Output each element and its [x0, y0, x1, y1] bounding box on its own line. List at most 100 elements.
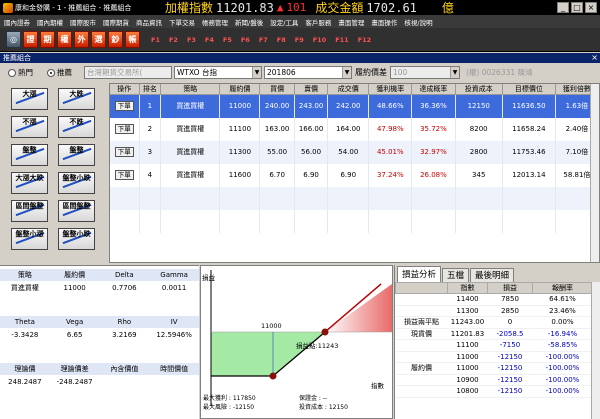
strategy-button-5[interactable]: 盤整	[58, 144, 95, 166]
fkey-button-3[interactable]: F4	[205, 36, 214, 44]
strategy-button-0[interactable]: 大漲	[11, 88, 48, 110]
minimize-icon[interactable]: _	[557, 2, 569, 13]
strategy-button-7[interactable]: 盤整小跌	[58, 172, 95, 194]
column-header-0[interactable]: 操作	[110, 84, 140, 95]
menu-item-4[interactable]: 商品資訊	[136, 17, 162, 27]
column-header-2[interactable]: 策略	[160, 84, 221, 95]
radio-recommend-label: 推薦	[57, 68, 72, 77]
menu-item-0[interactable]: 國內證券	[4, 17, 30, 27]
empty-cell	[259, 209, 295, 233]
toolbar-button-6[interactable]: 鈔	[108, 31, 123, 48]
strategy-button-8[interactable]: 區間盤整	[11, 200, 48, 222]
greeks-v1: 買進買權 11000 0.7706 0.0011	[0, 282, 199, 294]
strike-diff-select[interactable]: 100 ▼	[390, 66, 460, 79]
panel-close-icon[interactable]: ×	[591, 53, 598, 63]
menu-item-9[interactable]: 客戶服務	[305, 17, 331, 27]
column-header-4[interactable]: 買價	[259, 84, 295, 95]
greeks-cell: 12.5946%	[156, 331, 192, 339]
menu-item-6[interactable]: 帳務管理	[202, 17, 228, 27]
column-header-6[interactable]: 成交價	[327, 84, 370, 95]
pl-pnl: -2058.5	[487, 328, 533, 340]
fkey-button-4[interactable]: F5	[223, 36, 232, 44]
strategy-label: 區間盤整	[62, 202, 91, 210]
menu-item-7[interactable]: 新聞/盤後	[235, 17, 263, 27]
order-button[interactable]: 下單	[114, 147, 134, 157]
column-header-7[interactable]: 獲利機率	[368, 84, 413, 95]
analysis-scrollbar[interactable]	[591, 282, 600, 419]
table-row[interactable]: 下單 3 買進買權 11300 55.00 56.00 54.00 45.01% 32.97% 2…	[110, 140, 599, 164]
strike-point	[269, 372, 277, 380]
strategy-button-9[interactable]: 區間盤整	[58, 200, 95, 222]
table-row[interactable]: 下單 2 買進買權 11100 163.00 166.00 164.00 47.98% 35.7…	[110, 117, 599, 141]
fkey-button-9[interactable]: F10	[313, 36, 327, 44]
menu-item-11[interactable]: 畫面操作	[371, 17, 397, 27]
strategy-button-10[interactable]: 盤整小漲	[11, 228, 48, 250]
menu-item-2[interactable]: 國際股市	[70, 17, 96, 27]
menu-item-8[interactable]: 設定/工具	[270, 17, 298, 27]
column-header-10[interactable]: 目標價位	[502, 84, 556, 95]
table-row[interactable]: 下單 1 買進買權 11000 240.00 243.00 242.00 48.66% 36.3…	[110, 94, 599, 118]
table-scrollbar[interactable]	[590, 84, 599, 262]
month-select[interactable]: 201806 ▼	[264, 66, 352, 79]
table-row[interactable]: 下單 4 買進買權 11600 6.70 6.90 6.90 37.24% 26.08% 345 1…	[110, 163, 599, 187]
fkey-button-10[interactable]: F11	[335, 36, 349, 44]
fkey-button-2[interactable]: F3	[187, 36, 196, 44]
column-header-3[interactable]: 履約價	[219, 84, 261, 95]
maximize-icon[interactable]: □	[571, 2, 583, 13]
cell-rank: 2	[139, 117, 162, 141]
column-header-9[interactable]: 投資成本	[455, 84, 503, 95]
fkey-button-7[interactable]: F8	[277, 36, 286, 44]
strategy-button-11[interactable]: 盤整小跌	[58, 228, 95, 250]
radio-recommend[interactable]: 推薦	[47, 67, 72, 78]
product-select[interactable]: WTXO 台指 ▼	[174, 66, 262, 79]
fkey-button-11[interactable]: F12	[358, 36, 372, 44]
fkey-button-6[interactable]: F7	[259, 36, 268, 44]
column-header-8[interactable]: 達成概率	[411, 84, 456, 95]
radio-hot[interactable]: 熱門	[8, 67, 33, 78]
strategy-button-3[interactable]: 不跌	[58, 116, 95, 138]
ticker-change: 101	[286, 1, 307, 14]
strategy-button-1[interactable]: 大跌	[58, 88, 95, 110]
strategy-button-6[interactable]: 大漲大跌	[11, 172, 48, 194]
greeks-cell: 內含價值	[110, 365, 139, 373]
toolbar-button-2[interactable]: 期	[40, 31, 55, 48]
toolbar-button-7[interactable]: 帳	[125, 31, 140, 48]
cell-bid: 163.00	[259, 117, 295, 141]
strategy-button-2[interactable]: 不漲	[11, 116, 48, 138]
strike-label: 11000	[261, 322, 282, 330]
y-axis-label: 損益	[202, 273, 216, 282]
toolbar-button-3[interactable]: 權	[57, 31, 72, 48]
toolbar-button-1[interactable]: 證	[23, 31, 38, 48]
pl-pnl: 0	[487, 316, 533, 329]
column-header-5[interactable]: 賣價	[294, 84, 329, 95]
menu-item-10[interactable]: 畫面管理	[338, 17, 364, 27]
toolbar-button-4[interactable]: 外	[74, 31, 89, 48]
fkey-button-1[interactable]: F2	[169, 36, 178, 44]
column-header-1[interactable]: 排名	[139, 84, 162, 95]
exchange-select[interactable]: 台灣期貨交易所(	[84, 66, 172, 79]
toolbar: ◎ 證期權外選鈔帳 F1 F2 F3 F4 F5 F6 F7 F8 F9 F10 F11 F12	[0, 28, 600, 52]
tab-1[interactable]: 五檔	[442, 268, 470, 282]
menu-item-12[interactable]: 核視/說明	[404, 17, 432, 27]
market-ticker: 加權指數 11201.83 ▲ 101 成交金額 1702.61 億	[165, 0, 454, 16]
cell-rank: 1	[139, 94, 162, 118]
menu-item-5[interactable]: 下單交易	[169, 17, 195, 27]
fkey-button-8[interactable]: F9	[295, 36, 304, 44]
menu-item-3[interactable]: 國際期貨	[103, 17, 129, 27]
order-button[interactable]: 下單	[114, 170, 134, 180]
tab-2[interactable]: 最後明細	[470, 268, 515, 282]
account-select[interactable]: (權) 0026331 陳鴻	[466, 67, 533, 78]
order-button[interactable]: 下單	[114, 101, 134, 112]
menu-item-1[interactable]: 國內期權	[37, 17, 63, 27]
fkey-button-5[interactable]: F6	[241, 36, 250, 44]
close-icon[interactable]: ×	[585, 2, 597, 13]
toolbar-button-0[interactable]: ◎	[6, 31, 21, 48]
strategy-button-4[interactable]: 盤整	[11, 144, 48, 166]
greeks-cell: -3.3428	[11, 331, 39, 339]
order-button[interactable]: 下單	[114, 124, 134, 134]
fkey-button-0[interactable]: F1	[151, 36, 160, 44]
pl-pnl: -7150	[487, 339, 533, 352]
tab-0[interactable]: 損益分析	[397, 266, 442, 282]
toolbar-button-5[interactable]: 選	[91, 31, 106, 48]
empty-cell	[455, 209, 503, 233]
